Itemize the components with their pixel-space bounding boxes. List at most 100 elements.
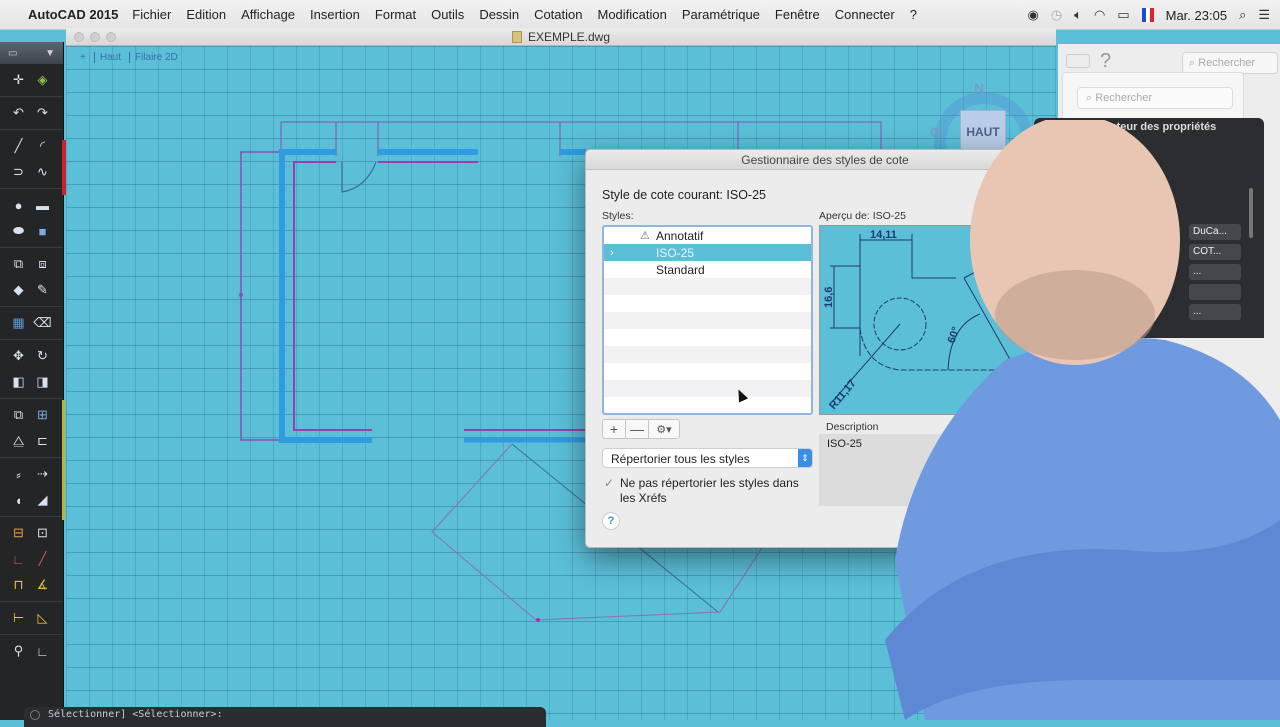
tool-palette: ▭ ▼ ✛ ◈ ↶ ↷ ╱ ◜ ⊃ ∿ ● ▬ ⬬ ■ ⧉ ⧈ ◆ ✎ ▦ ⌫ ✥ ↻ ◧ ◨ ⧉ ⊞ ⧋ ⊏ ⸗ ⇢ ◖… <box>0 42 64 720</box>
help-icon[interactable]: ? <box>1100 50 1111 73</box>
time-machine-icon[interactable]: ◷ <box>1051 7 1062 23</box>
spotlight-icon[interactable]: ⌕ <box>1239 7 1246 23</box>
remove-style-button[interactable]: — <box>626 420 649 438</box>
undo-icon[interactable]: ↶ <box>8 103 30 123</box>
palette-accent <box>62 400 65 520</box>
dim-lock-icon[interactable]: ⊓ <box>8 575 30 595</box>
dim-linear-icon[interactable]: ∟ <box>8 549 30 569</box>
menu-help[interactable]: ? <box>910 7 917 22</box>
ellipse-icon[interactable]: ⬬ <box>8 221 30 241</box>
style-item-annotatif[interactable]: ⚠︎ Annotatif <box>604 227 811 244</box>
search-input[interactable]: ⌕ Rechercher <box>1182 52 1278 74</box>
styles-list[interactable]: ⚠︎ Annotatif › ISO-25 Standard <box>602 225 813 415</box>
list-row-empty <box>604 312 811 329</box>
dim-angular-icon[interactable]: ∡ <box>32 575 54 595</box>
menu-insertion[interactable]: Insertion <box>310 7 360 22</box>
chevron-right-icon[interactable]: › <box>610 247 614 259</box>
mirror-icon[interactable]: ⧋ <box>8 431 30 451</box>
search-input[interactable]: ⌕ Rechercher <box>1077 87 1233 109</box>
dim-edit-icon[interactable]: ⊡ <box>32 523 54 543</box>
menu-connecter[interactable]: Connecter <box>835 7 895 22</box>
close-button[interactable] <box>74 32 84 42</box>
redo-icon[interactable]: ↷ <box>32 103 54 123</box>
tag-icon[interactable]: ◆ <box>8 280 30 300</box>
tag-edit-icon[interactable]: ✎ <box>32 280 54 300</box>
help-button[interactable]: ? <box>602 512 620 530</box>
compass-north[interactable]: N <box>974 80 984 96</box>
add-style-button[interactable]: + <box>603 420 626 438</box>
command-prompt: Sélectionner] <Sélectionner>: <box>48 709 223 720</box>
current-style-label: Style de cote courant: ISO-25 <box>602 188 766 202</box>
wifi-icon[interactable]: ◠ <box>1094 7 1105 23</box>
menu-outils[interactable]: Outils <box>431 7 464 22</box>
menu-modification[interactable]: Modification <box>597 7 666 22</box>
wall-outer <box>279 149 372 443</box>
array-icon[interactable]: ⊞ <box>32 405 54 425</box>
minimize-button[interactable] <box>90 32 100 42</box>
menu-fichier[interactable]: Fichier <box>132 7 171 22</box>
list-row-empty <box>604 278 811 295</box>
trim-icon[interactable]: ⸗ <box>8 464 30 484</box>
menu-cotation[interactable]: Cotation <box>534 7 582 22</box>
dim-baseline-icon[interactable]: ⊢ <box>8 608 30 628</box>
volume-icon[interactable]: 🔈︎ <box>1074 7 1082 23</box>
battery-icon[interactable]: ▭ <box>1117 7 1129 23</box>
scale-icon[interactable]: ◧ <box>8 372 30 392</box>
style-filter-select[interactable]: Répertorier tous les styles ⇕ <box>602 448 813 468</box>
menu-parametrique[interactable]: Paramétrique <box>682 7 760 22</box>
spline-icon[interactable]: ∿ <box>32 162 54 182</box>
layers-icon[interactable]: ◈ <box>32 70 54 90</box>
inquiry-icon[interactable]: ⚲ <box>8 641 30 661</box>
command-line[interactable]: Sélectionner] <Sélectionner>: <box>24 707 546 727</box>
block-create-icon[interactable]: ⧈ <box>32 254 54 274</box>
polyline-icon[interactable]: ⊃ <box>8 162 30 182</box>
fillet-icon[interactable]: ◖ <box>8 490 30 510</box>
list-row-empty <box>604 397 811 413</box>
gear-menu-button[interactable]: ⚙▾ <box>649 420 679 438</box>
eraser-icon[interactable]: ⌫ <box>32 313 54 333</box>
rotate-icon[interactable]: ↻ <box>32 346 54 366</box>
menu-format[interactable]: Format <box>375 7 416 22</box>
presenter-beard <box>995 270 1155 360</box>
circle-icon[interactable]: ● <box>8 195 30 215</box>
hatch-icon[interactable]: ▦ <box>8 313 30 333</box>
stretch-icon[interactable]: ◨ <box>32 372 54 392</box>
grip-point <box>239 293 243 297</box>
move-icon[interactable]: ✥ <box>8 346 30 366</box>
notification-center-icon[interactable]: ☰ <box>1258 7 1270 23</box>
chamfer-icon[interactable]: ◢ <box>32 490 54 510</box>
rectangle-icon[interactable]: ▬ <box>32 195 54 215</box>
tag-icon[interactable] <box>1066 54 1090 68</box>
style-item-standard[interactable]: Standard <box>604 261 811 278</box>
menu-edition[interactable]: Edition <box>186 7 226 22</box>
offset-icon[interactable]: ⊏ <box>32 431 54 451</box>
chevron-down-icon[interactable]: ▼ <box>45 48 55 59</box>
xref-checkbox[interactable]: ✓ Ne pas répertorier les styles dans les… <box>602 476 807 506</box>
zoom-button[interactable] <box>106 32 116 42</box>
ucs-icon[interactable]: ∟ <box>32 641 54 661</box>
list-row-empty <box>604 380 811 397</box>
app-menu[interactable]: AutoCAD 2015 <box>28 7 118 22</box>
flag-fr-icon[interactable] <box>1141 8 1154 22</box>
line-icon[interactable]: ╱ <box>8 136 30 156</box>
arc-icon[interactable]: ◜ <box>32 136 54 156</box>
clock[interactable]: Mar. 23:05 <box>1166 8 1227 23</box>
block-insert-icon[interactable]: ⧉ <box>8 254 30 274</box>
style-item-iso-25[interactable]: › ISO-25 <box>604 244 811 261</box>
menu-affichage[interactable]: Affichage <box>241 7 295 22</box>
extend-icon[interactable]: ⇢ <box>32 464 54 484</box>
creative-cloud-icon[interactable]: ◉ <box>1027 7 1038 23</box>
styles-label: Styles: <box>602 210 634 222</box>
menu-dessin[interactable]: Dessin <box>479 7 519 22</box>
list-actions: + — ⚙▾ <box>602 419 680 439</box>
crosshair-icon[interactable]: ✛ <box>8 70 30 90</box>
dim-leader-icon[interactable]: ◺ <box>32 608 54 628</box>
palette-header[interactable]: ▭ ▼ <box>0 42 63 64</box>
region-icon[interactable]: ■ <box>32 221 54 241</box>
dim-style-icon[interactable]: ⊟ <box>8 523 30 543</box>
selection-icon: ▭ <box>8 47 18 59</box>
window-title: EXEMPLE.dwg <box>527 29 611 44</box>
menu-fenetre[interactable]: Fenêtre <box>775 7 820 22</box>
copy-icon[interactable]: ⧉ <box>8 405 30 425</box>
dim-aligned-icon[interactable]: ╱ <box>32 549 54 569</box>
